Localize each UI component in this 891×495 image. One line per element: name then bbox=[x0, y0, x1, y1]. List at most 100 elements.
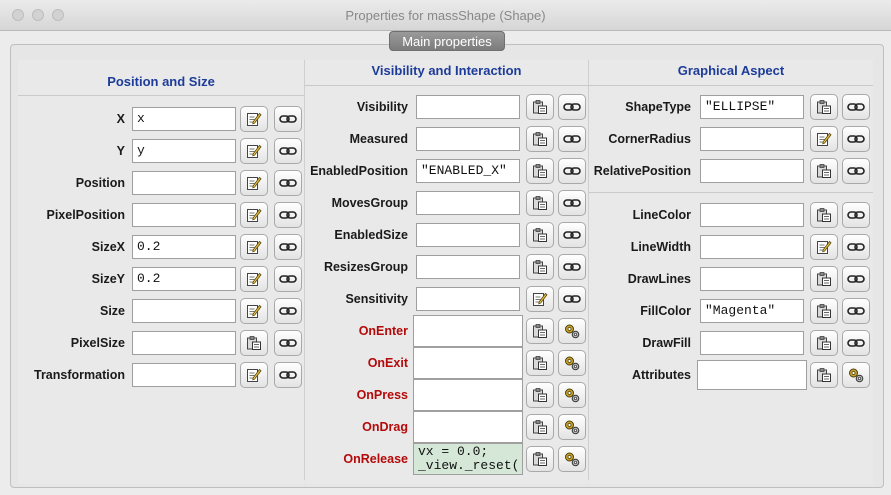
field-size-x[interactable]: 0.2 bbox=[132, 235, 236, 259]
shape-type-edit-button[interactable] bbox=[810, 94, 838, 120]
moves-group-link-button[interactable] bbox=[558, 190, 586, 216]
field-draw-fill[interactable] bbox=[700, 331, 804, 355]
on-press-action-button[interactable] bbox=[558, 382, 586, 408]
field-line-width[interactable] bbox=[700, 235, 804, 259]
shape-type-link-button[interactable] bbox=[842, 94, 870, 120]
size-x-link-button[interactable] bbox=[274, 234, 302, 260]
size-link-button[interactable] bbox=[274, 298, 302, 324]
pixel-position-edit-button[interactable] bbox=[240, 202, 268, 228]
field-transformation[interactable] bbox=[132, 363, 236, 387]
draw-lines-link-button[interactable] bbox=[842, 266, 870, 292]
field-x[interactable]: x bbox=[132, 107, 236, 131]
properties-window: Properties for massShape (Shape) Main pr… bbox=[0, 0, 891, 495]
field-corner-radius[interactable] bbox=[700, 127, 804, 151]
x-link-button[interactable] bbox=[274, 106, 302, 132]
field-fill-color[interactable]: "Magenta" bbox=[700, 299, 804, 323]
on-enter-action-button[interactable] bbox=[558, 318, 586, 344]
relative-position-link-button[interactable] bbox=[842, 158, 870, 184]
field-size-y[interactable]: 0.2 bbox=[132, 267, 236, 291]
visibility-link-button[interactable] bbox=[558, 94, 586, 120]
clipboard-icon bbox=[816, 99, 832, 115]
field-position[interactable] bbox=[132, 171, 236, 195]
x-edit-button[interactable] bbox=[240, 106, 268, 132]
measured-edit-button[interactable] bbox=[526, 126, 554, 152]
size-edit-button[interactable] bbox=[240, 298, 268, 324]
corner-radius-edit-button[interactable] bbox=[810, 126, 838, 152]
draw-lines-edit-button[interactable] bbox=[810, 266, 838, 292]
transformation-link-button[interactable] bbox=[274, 362, 302, 388]
label-visibility: Visibility bbox=[356, 100, 408, 114]
field-on-release[interactable]: vx = 0.0; _view._reset( bbox=[413, 443, 523, 475]
field-on-exit[interactable] bbox=[413, 347, 523, 379]
line-color-link-button[interactable] bbox=[842, 202, 870, 228]
label-size-x: SizeX bbox=[91, 240, 125, 254]
measured-link-button[interactable] bbox=[558, 126, 586, 152]
fill-color-edit-button[interactable] bbox=[810, 298, 838, 324]
line-color-edit-button[interactable] bbox=[810, 202, 838, 228]
on-enter-edit-button[interactable] bbox=[526, 318, 554, 344]
pixel-size-link-button[interactable] bbox=[274, 330, 302, 356]
line-width-edit-button[interactable] bbox=[810, 234, 838, 260]
visibility-edit-button[interactable] bbox=[526, 94, 554, 120]
enabled-size-edit-button[interactable] bbox=[526, 222, 554, 248]
attributes-action-button[interactable] bbox=[842, 362, 870, 388]
field-line-color[interactable] bbox=[700, 203, 804, 227]
link-icon bbox=[563, 229, 581, 241]
transformation-edit-button[interactable] bbox=[240, 362, 268, 388]
field-resizes-group[interactable] bbox=[416, 255, 520, 279]
field-enabled-position[interactable]: "ENABLED_X" bbox=[416, 159, 520, 183]
on-release-action-button[interactable] bbox=[558, 446, 586, 472]
field-y[interactable]: y bbox=[132, 139, 236, 163]
field-pixel-size[interactable] bbox=[132, 331, 236, 355]
draw-fill-edit-button[interactable] bbox=[810, 330, 838, 356]
corner-radius-link-button[interactable] bbox=[842, 126, 870, 152]
gears-icon bbox=[563, 386, 581, 404]
title-bar[interactable]: Properties for massShape (Shape) bbox=[0, 0, 891, 31]
sensitivity-link-button[interactable] bbox=[558, 286, 586, 312]
on-exit-action-button[interactable] bbox=[558, 350, 586, 376]
resizes-group-edit-button[interactable] bbox=[526, 254, 554, 280]
field-measured[interactable] bbox=[416, 127, 520, 151]
line-width-link-button[interactable] bbox=[842, 234, 870, 260]
size-y-edit-button[interactable] bbox=[240, 266, 268, 292]
fill-color-link-button[interactable] bbox=[842, 298, 870, 324]
resizes-group-link-button[interactable] bbox=[558, 254, 586, 280]
field-on-drag[interactable] bbox=[413, 411, 523, 443]
size-y-link-button[interactable] bbox=[274, 266, 302, 292]
y-link-button[interactable] bbox=[274, 138, 302, 164]
field-attributes[interactable] bbox=[697, 360, 807, 390]
draw-fill-link-button[interactable] bbox=[842, 330, 870, 356]
pixel-position-link-button[interactable] bbox=[274, 202, 302, 228]
field-draw-lines[interactable] bbox=[700, 267, 804, 291]
enabled-size-link-button[interactable] bbox=[558, 222, 586, 248]
field-on-enter[interactable] bbox=[413, 315, 523, 347]
field-shape-type[interactable]: "ELLIPSE" bbox=[700, 95, 804, 119]
pixel-size-edit-button[interactable] bbox=[240, 330, 268, 356]
field-sensitivity[interactable] bbox=[416, 287, 520, 311]
enabled-position-edit-button[interactable] bbox=[526, 158, 554, 184]
on-exit-edit-button[interactable] bbox=[526, 350, 554, 376]
attributes-edit-button[interactable] bbox=[810, 362, 838, 388]
on-press-edit-button[interactable] bbox=[526, 382, 554, 408]
field-relative-position[interactable] bbox=[700, 159, 804, 183]
field-visibility[interactable] bbox=[416, 95, 520, 119]
link-icon bbox=[847, 273, 865, 285]
enabled-position-link-button[interactable] bbox=[558, 158, 586, 184]
link-icon bbox=[279, 305, 297, 317]
y-edit-button[interactable] bbox=[240, 138, 268, 164]
field-on-press[interactable] bbox=[413, 379, 523, 411]
relative-position-edit-button[interactable] bbox=[810, 158, 838, 184]
sensitivity-edit-button[interactable] bbox=[526, 286, 554, 312]
moves-group-edit-button[interactable] bbox=[526, 190, 554, 216]
position-edit-button[interactable] bbox=[240, 170, 268, 196]
on-drag-action-button[interactable] bbox=[558, 414, 586, 440]
field-size[interactable] bbox=[132, 299, 236, 323]
on-release-edit-button[interactable] bbox=[526, 446, 554, 472]
on-drag-edit-button[interactable] bbox=[526, 414, 554, 440]
field-moves-group[interactable] bbox=[416, 191, 520, 215]
tab-main-properties[interactable]: Main properties bbox=[389, 31, 505, 51]
position-link-button[interactable] bbox=[274, 170, 302, 196]
size-x-edit-button[interactable] bbox=[240, 234, 268, 260]
field-enabled-size[interactable] bbox=[416, 223, 520, 247]
field-pixel-position[interactable] bbox=[132, 203, 236, 227]
